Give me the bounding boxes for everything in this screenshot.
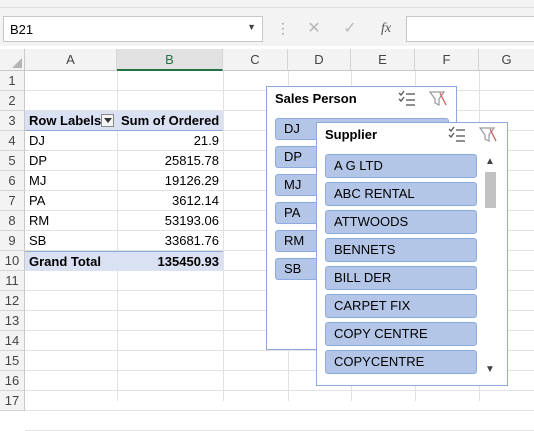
column-header-g[interactable]: G <box>479 49 534 71</box>
select-all-corner[interactable] <box>0 49 25 71</box>
pivot-row-label[interactable]: MJ <box>25 171 117 191</box>
gridline <box>25 410 534 411</box>
slicer-item[interactable]: BILL DER <box>325 266 477 290</box>
row-header-14[interactable]: 14 <box>0 331 25 351</box>
row-header-12[interactable]: 12 <box>0 291 25 311</box>
pivot-row-value[interactable]: 25815.78 <box>117 151 223 171</box>
row-header-7[interactable]: 7 <box>0 191 25 211</box>
row-header-3[interactable]: 3 <box>0 111 25 131</box>
row-header-9[interactable]: 9 <box>0 231 25 251</box>
pivot-row-value[interactable]: 3612.14 <box>117 191 223 211</box>
pivot-row-value[interactable]: 53193.06 <box>117 211 223 231</box>
multi-select-icon[interactable] <box>397 89 417 109</box>
row-header-15[interactable]: 15 <box>0 351 25 371</box>
pivot-value-header[interactable]: Sum of Ordered <box>117 111 223 131</box>
scroll-up-icon[interactable]: ▲ <box>483 155 497 169</box>
column-header-e[interactable]: E <box>351 49 415 71</box>
slicer-supplier[interactable]: Supplier A G LTD ABC RENTAL ATTWOODS BEN… <box>316 122 508 386</box>
gridline <box>25 390 534 391</box>
slicer-item[interactable]: ATTWOODS <box>325 210 477 234</box>
enter-icon[interactable]: ✓ <box>339 16 361 42</box>
slicer-item[interactable]: CARPET FIX <box>325 294 477 318</box>
row-header-6[interactable]: 6 <box>0 171 25 191</box>
row-header-16[interactable]: 16 <box>0 371 25 391</box>
row-header-13[interactable]: 13 <box>0 311 25 331</box>
row-header-10[interactable]: 10 <box>0 251 25 271</box>
row-header-5[interactable]: 5 <box>0 151 25 171</box>
row-header-17[interactable]: 17 <box>0 391 25 411</box>
slicer-scrollbar[interactable]: ▲ ▼ <box>483 155 498 379</box>
slicer-item[interactable]: BENNETS <box>325 238 477 262</box>
name-box[interactable]: B21 ▼ <box>3 16 263 42</box>
pivot-row-label[interactable]: DP <box>25 151 117 171</box>
row-header-11[interactable]: 11 <box>0 271 25 291</box>
column-header-c[interactable]: C <box>223 49 288 71</box>
row-header-4[interactable]: 4 <box>0 131 25 151</box>
pivot-row-labels-text: Row Labels <box>29 113 102 128</box>
formula-input[interactable] <box>406 16 534 42</box>
pivot-row-value[interactable]: 19126.29 <box>117 171 223 191</box>
slicer-item[interactable]: COPY CENTRE <box>325 322 477 346</box>
formula-bar-grip-icon[interactable]: ⋮ <box>276 18 290 38</box>
row-header-1[interactable]: 1 <box>0 71 25 91</box>
pivot-row-value[interactable]: 33681.76 <box>117 231 223 251</box>
slicer-sales-person-title: Sales Person <box>275 91 357 106</box>
clear-filter-icon[interactable] <box>428 89 448 109</box>
pivot-row-label[interactable]: RM <box>25 211 117 231</box>
column-header-d[interactable]: D <box>288 49 351 71</box>
pivot-row-value[interactable]: 21.9 <box>117 131 223 151</box>
column-header-b[interactable]: B <box>117 49 223 71</box>
name-box-dropdown-icon[interactable]: ▼ <box>247 22 256 32</box>
row-header-2[interactable]: 2 <box>0 91 25 111</box>
scroll-down-icon[interactable]: ▼ <box>483 363 497 377</box>
slicer-item[interactable]: A G LTD <box>325 154 477 178</box>
pivot-row-labels-header[interactable]: Row Labels <box>25 111 117 131</box>
scroll-thumb[interactable] <box>485 172 496 208</box>
ribbon-edge <box>0 0 534 8</box>
pivot-row-label[interactable]: PA <box>25 191 117 211</box>
pivot-row-label[interactable]: SB <box>25 231 117 251</box>
insert-function-icon[interactable]: fx <box>372 16 400 42</box>
cancel-icon[interactable]: ✕ <box>303 16 325 42</box>
column-header-a[interactable]: A <box>25 49 117 71</box>
multi-select-icon[interactable] <box>447 125 467 145</box>
column-header-f[interactable]: F <box>415 49 479 71</box>
pivot-grand-total-value[interactable]: 135450.93 <box>117 251 223 271</box>
slicer-supplier-title: Supplier <box>325 127 378 142</box>
slicer-item[interactable]: COPYCENTRE <box>325 350 477 374</box>
name-box-value: B21 <box>10 22 34 37</box>
pivot-row-label[interactable]: DJ <box>25 131 117 151</box>
pivot-grand-total-label[interactable]: Grand Total <box>25 251 117 271</box>
filter-dropdown-icon[interactable] <box>101 114 114 127</box>
row-header-8[interactable]: 8 <box>0 211 25 231</box>
slicer-item[interactable]: ABC RENTAL <box>325 182 477 206</box>
clear-filter-icon[interactable] <box>478 125 498 145</box>
